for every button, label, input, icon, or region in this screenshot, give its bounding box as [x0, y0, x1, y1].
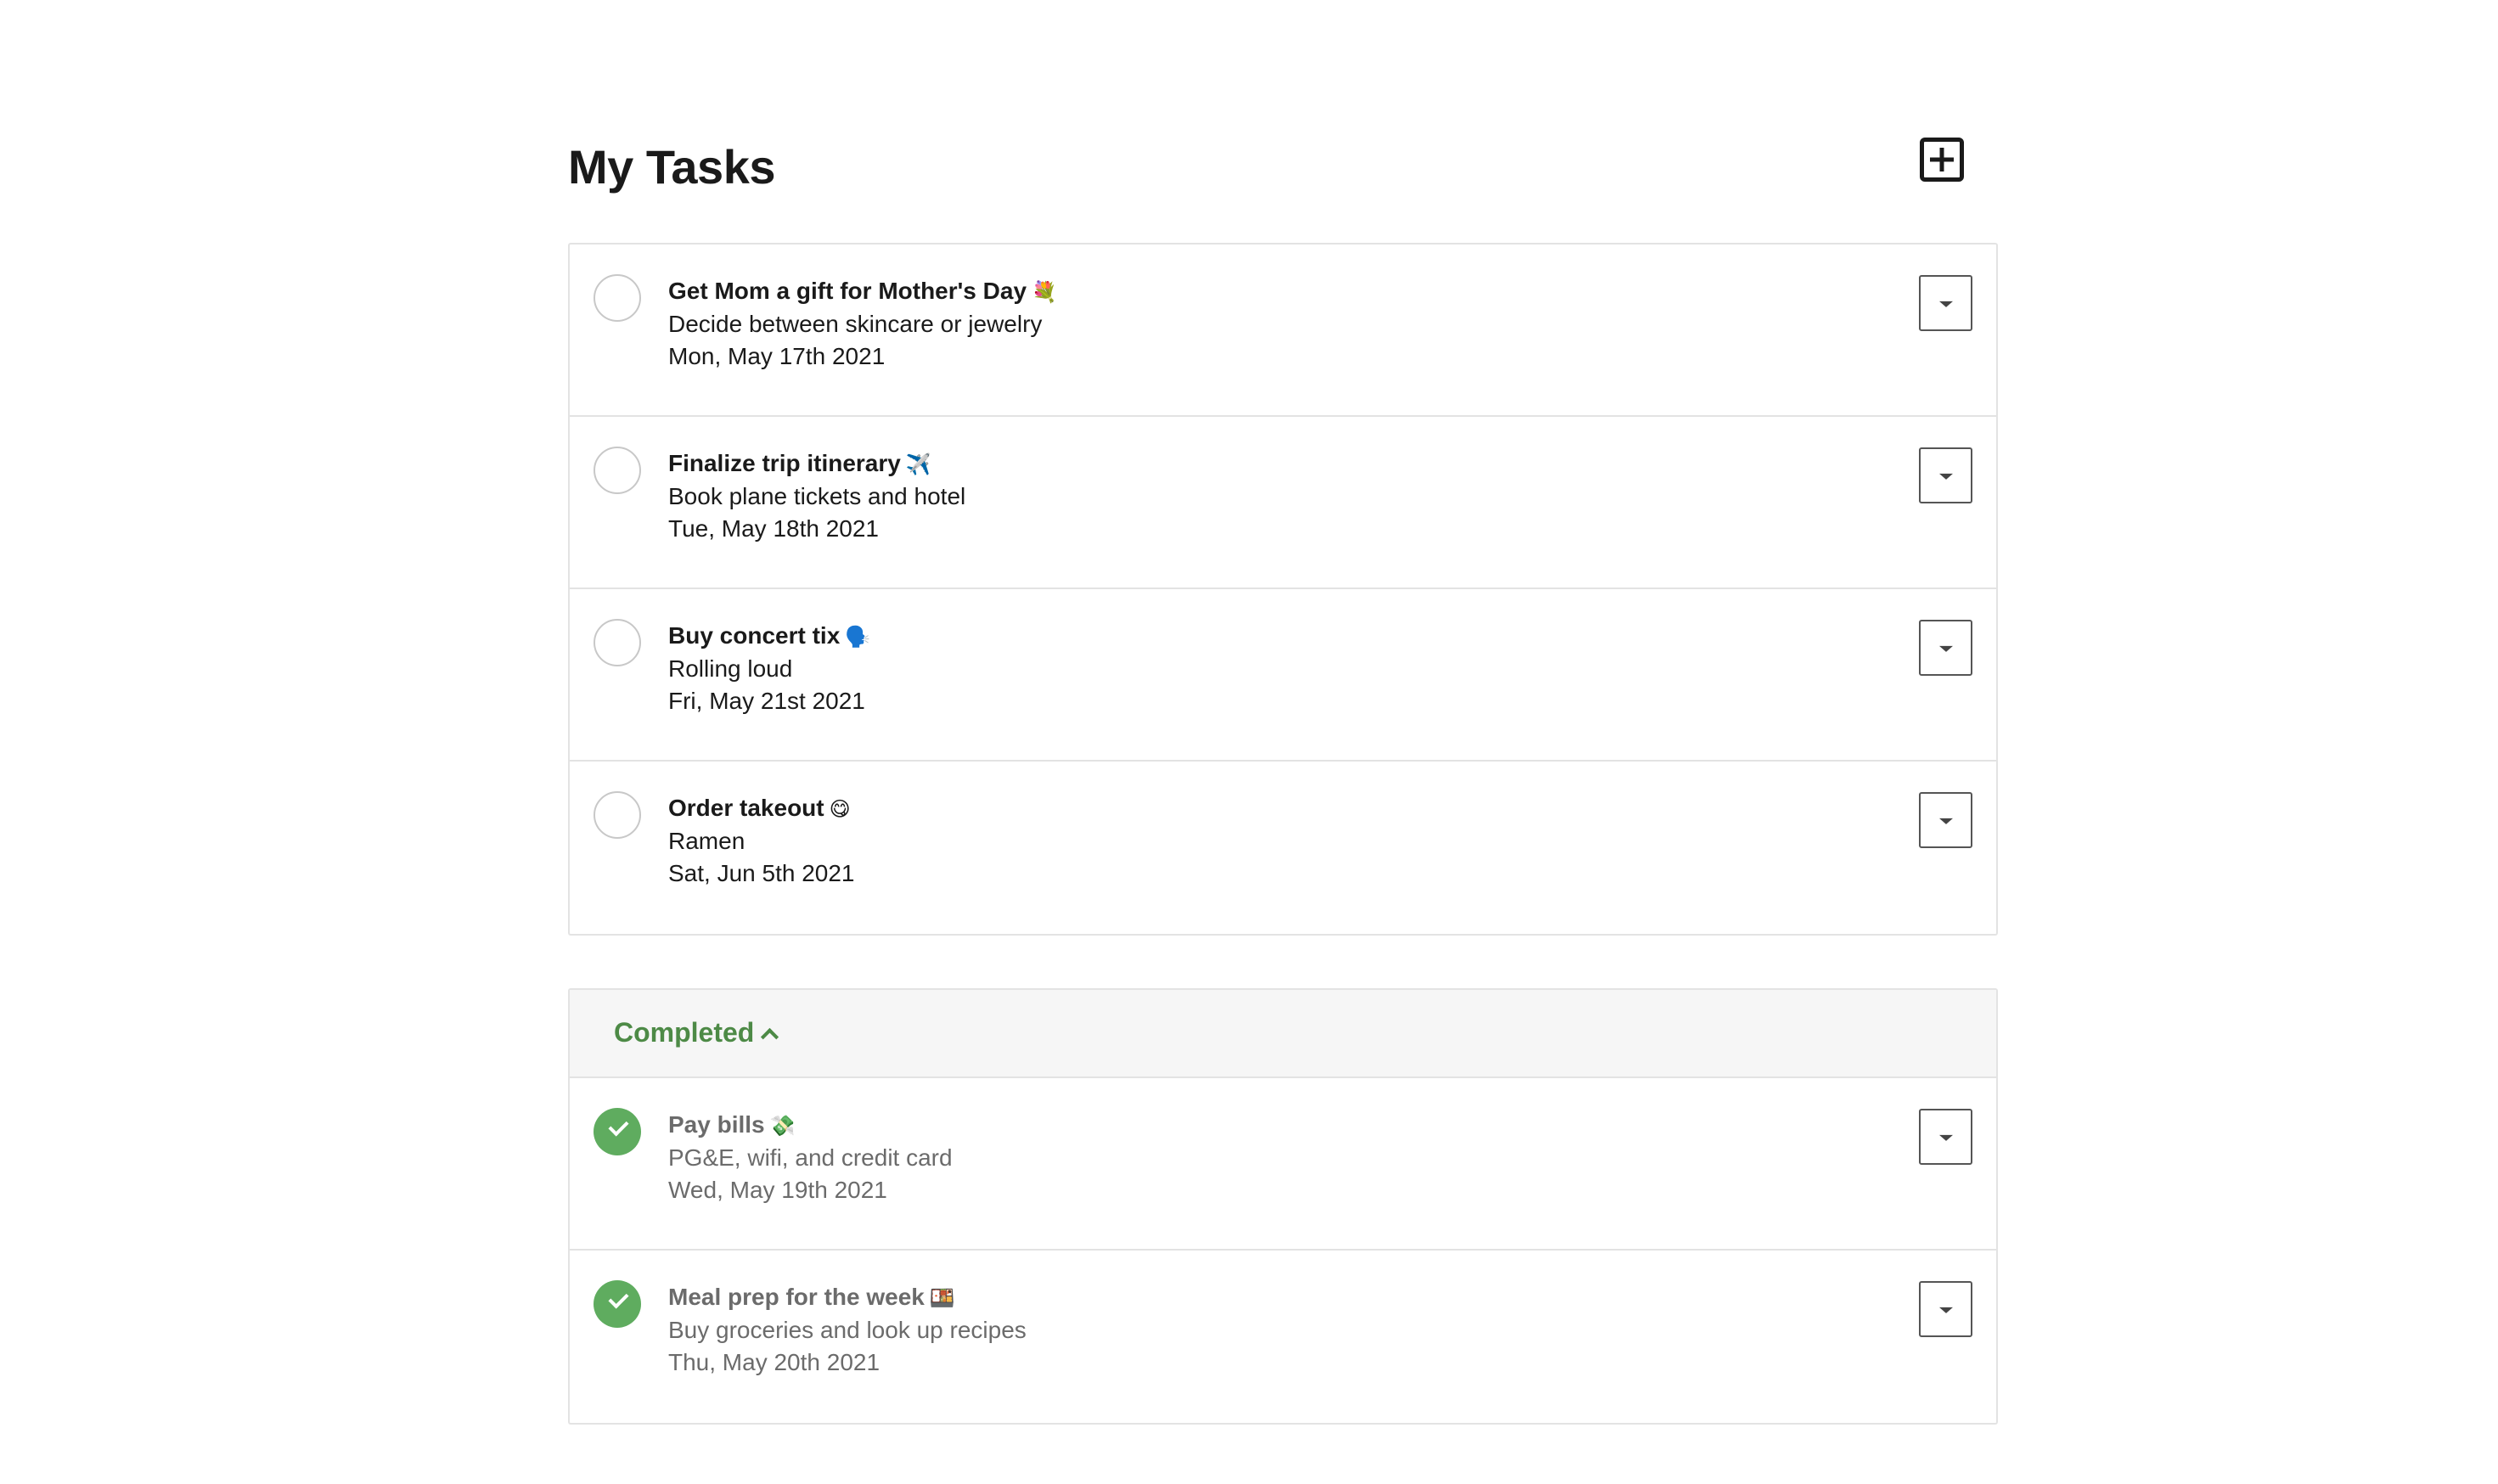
- task-checkbox[interactable]: [594, 274, 641, 322]
- task-title: Meal prep for the week: [668, 1284, 925, 1310]
- task-date: Thu, May 20th 2021: [668, 1349, 880, 1375]
- task-checkbox-checked[interactable]: [594, 1108, 641, 1155]
- completed-task-row: Pay bills 💸 PG&E, wifi, and credit card W…: [570, 1078, 1996, 1251]
- task-emoji: 💸: [769, 1114, 796, 1138]
- task-title: Buy concert tix: [668, 622, 841, 649]
- task-menu-button[interactable]: [1919, 447, 1972, 503]
- task-checkbox[interactable]: [594, 619, 641, 666]
- task-checkbox[interactable]: [594, 447, 641, 494]
- task-row: Get Mom a gift for Mother's Day 💐 Decide …: [570, 245, 1996, 417]
- task-content: Buy concert tix 🗣️ Rolling loud Fri, May …: [668, 620, 870, 717]
- task-description: Decide between skincare or jewelry: [668, 311, 1043, 337]
- task-description: Book plane tickets and hotel: [668, 483, 966, 509]
- task-date: Wed, May 19th 2021: [668, 1177, 887, 1203]
- task-row: Buy concert tix 🗣️ Rolling loud Fri, May …: [570, 589, 1996, 762]
- task-date: Fri, May 21st 2021: [668, 688, 865, 714]
- task-title: Pay bills: [668, 1111, 765, 1138]
- task-description: Buy groceries and look up recipes: [668, 1317, 1027, 1343]
- page-title: My Tasks: [568, 140, 775, 194]
- task-row: Finalize trip itinerary ✈️ Book plane tic…: [570, 417, 1996, 589]
- task-title: Get Mom a gift for Mother's Day: [668, 278, 1027, 304]
- task-checkbox-checked[interactable]: [594, 1280, 641, 1328]
- task-date: Mon, May 17th 2021: [668, 343, 886, 369]
- task-description: PG&E, wifi, and credit card: [668, 1144, 953, 1171]
- task-content: Meal prep for the week 🍱 Buy groceries an…: [668, 1281, 1027, 1379]
- task-checkbox[interactable]: [594, 791, 641, 839]
- page-header: My Tasks: [568, 0, 1998, 243]
- task-menu-button[interactable]: [1919, 275, 1972, 331]
- task-menu-button[interactable]: [1919, 1109, 1972, 1165]
- task-emoji: 🗣️: [845, 625, 871, 649]
- task-menu-button[interactable]: [1919, 792, 1972, 848]
- completed-label: Completed: [614, 1017, 755, 1048]
- task-content: Finalize trip itinerary ✈️ Book plane tic…: [668, 447, 965, 545]
- task-title: Order takeout: [668, 795, 824, 821]
- task-emoji: 💐: [1032, 280, 1057, 304]
- task-emoji: 🍱: [929, 1286, 955, 1310]
- task-emoji: 😋: [829, 797, 851, 821]
- completed-section: Completed Pay bills 💸 PG&E, wifi, and cre…: [568, 988, 1998, 1425]
- task-menu-button[interactable]: [1919, 1281, 1972, 1337]
- task-date: Tue, May 18th 2021: [668, 515, 880, 542]
- chevron-up-icon: [760, 1027, 779, 1047]
- active-tasks-list: Get Mom a gift for Mother's Day 💐 Decide …: [568, 243, 1998, 936]
- completed-task-row: Meal prep for the week 🍱 Buy groceries an…: [570, 1251, 1996, 1423]
- task-row: Order takeout 😋 Ramen Sat, Jun 5th 2021: [570, 762, 1996, 934]
- task-content: Pay bills 💸 PG&E, wifi, and credit card W…: [668, 1109, 953, 1206]
- completed-toggle[interactable]: Completed: [570, 990, 1996, 1078]
- add-task-button[interactable]: [1920, 138, 1964, 182]
- task-content: Get Mom a gift for Mother's Day 💐 Decide …: [668, 275, 1057, 373]
- task-emoji: ✈️: [905, 453, 931, 476]
- task-description: Rolling loud: [668, 655, 793, 682]
- task-title: Finalize trip itinerary: [668, 450, 901, 476]
- task-menu-button[interactable]: [1919, 620, 1972, 676]
- app-root: My Tasks Get Mom a gift for Mother's Day…: [568, 0, 1998, 1425]
- task-content: Order takeout 😋 Ramen Sat, Jun 5th 2021: [668, 792, 855, 890]
- task-description: Ramen: [668, 828, 745, 854]
- task-date: Sat, Jun 5th 2021: [668, 860, 855, 886]
